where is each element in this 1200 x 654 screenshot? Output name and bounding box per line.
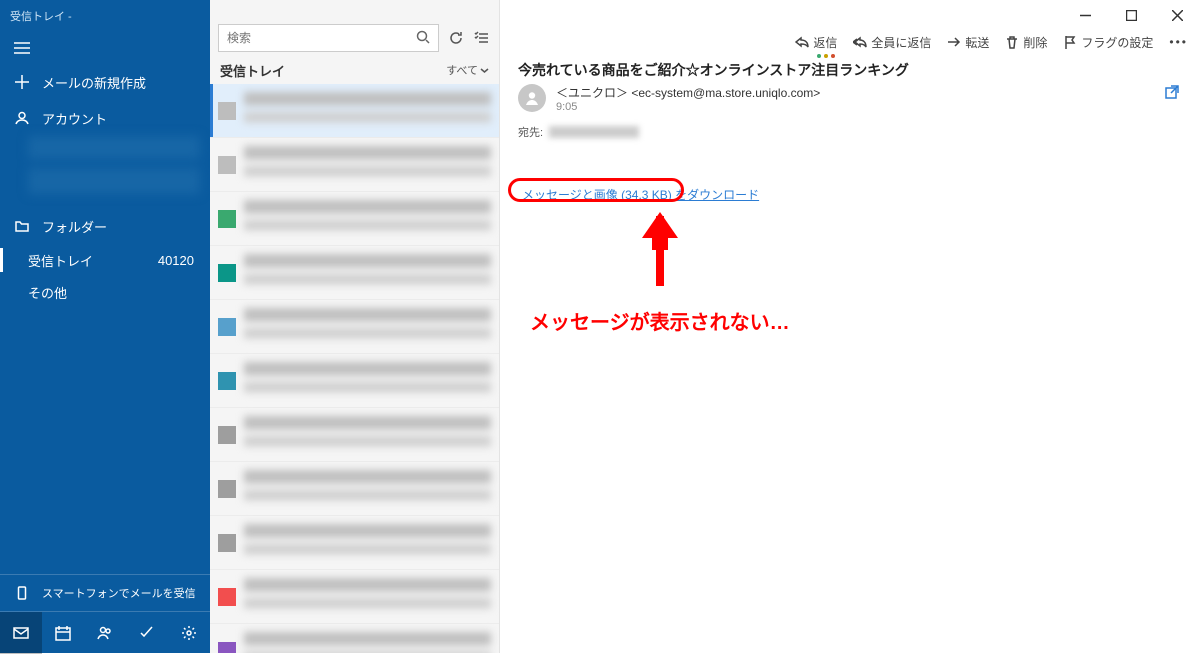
sender-avatar-square (218, 372, 236, 390)
search-box[interactable] (218, 24, 439, 52)
folders-header[interactable]: フォルダー (0, 208, 210, 244)
phone-icon (14, 585, 30, 601)
filter-dropdown[interactable]: すべて (446, 62, 489, 78)
inbox-count: 40120 (158, 253, 194, 268)
download-message-link[interactable]: メッセージと画像 (34.3 KB) をダウンロード (522, 188, 759, 202)
annotation-text: メッセージが表示されない… (530, 306, 790, 335)
window-minimize[interactable] (1062, 0, 1108, 30)
nav-calendar[interactable] (42, 612, 84, 654)
forward-button[interactable]: 転送 (947, 34, 989, 51)
message-list-item[interactable] (210, 192, 499, 246)
category-dots (817, 54, 835, 58)
message-preview-redacted (244, 632, 491, 654)
sidebar-item-inbox[interactable]: 受信トレイ 40120 (0, 244, 210, 276)
sidebar-footer (0, 611, 210, 653)
nav-todo[interactable] (126, 612, 168, 654)
open-external-icon[interactable] (1164, 84, 1180, 100)
list-header: 受信トレイ (220, 61, 285, 80)
nav-settings[interactable] (168, 612, 210, 654)
window-title: 受信トレイ - (0, 0, 210, 32)
account-header[interactable]: アカウント (0, 100, 210, 136)
more-actions[interactable]: ••• (1169, 35, 1188, 49)
message-preview-redacted (244, 146, 491, 184)
annotation-arrow (630, 206, 690, 306)
message-list-item[interactable] (210, 516, 499, 570)
message-preview-redacted (244, 92, 491, 130)
sender-avatar (518, 84, 546, 112)
message-list-item[interactable] (210, 84, 499, 138)
account-label: アカウント (42, 109, 107, 128)
message-subject: 今売れている商品をご紹介☆オンラインストア注目ランキング (518, 60, 909, 80)
message-list-item[interactable] (210, 300, 499, 354)
refresh-button[interactable] (447, 24, 465, 52)
sender-name: ＜ユニクロ＞ <ec-system@ma.store.uniqlo.com> (556, 84, 1154, 101)
message-list-pane: 受信トレイ すべて (210, 0, 500, 653)
search-input[interactable] (227, 31, 416, 45)
message-preview-redacted (244, 254, 491, 292)
plus-icon (14, 74, 30, 90)
nav-mail[interactable] (0, 612, 42, 654)
message-preview-redacted (244, 416, 491, 454)
sender-avatar-square (218, 102, 236, 120)
message-preview-redacted (244, 470, 491, 508)
message-list-item[interactable] (210, 138, 499, 192)
promo-label: スマートフォンでメールを受信 (42, 585, 196, 601)
sender-avatar-square (218, 426, 236, 444)
reply-button[interactable]: 返信 (795, 34, 837, 51)
window-close[interactable] (1154, 0, 1200, 30)
message-preview-redacted (244, 362, 491, 400)
message-preview-redacted (244, 308, 491, 346)
other-label: その他 (28, 283, 67, 302)
sender-avatar-square (218, 318, 236, 336)
message-list-item[interactable] (210, 570, 499, 624)
sidebar-item-other[interactable]: その他 (0, 276, 210, 308)
sender-avatar-square (218, 156, 236, 174)
menu-button[interactable] (0, 32, 210, 64)
new-mail-button[interactable]: メールの新規作成 (0, 64, 210, 100)
window-maximize[interactable] (1108, 0, 1154, 30)
reading-pane: 返信 全員に返信 転送 削除 フラグの設定 ••• 今売れている商品をご紹介☆オ… (500, 0, 1200, 653)
new-mail-label: メールの新規作成 (42, 73, 146, 92)
promo-smartphone[interactable]: スマートフォンでメールを受信 (0, 575, 210, 611)
sender-avatar-square (218, 480, 236, 498)
message-preview-redacted (244, 578, 491, 616)
person-icon (14, 110, 30, 126)
folders-label: フォルダー (42, 217, 107, 236)
to-value-redacted (549, 126, 639, 138)
nav-people[interactable] (84, 612, 126, 654)
message-time: 9:05 (556, 101, 1154, 113)
sender-avatar-square (218, 264, 236, 282)
message-list-item[interactable] (210, 354, 499, 408)
inbox-label: 受信トレイ (28, 251, 93, 270)
select-mode-button[interactable] (473, 24, 491, 52)
sender-avatar-square (218, 210, 236, 228)
flag-button[interactable]: フラグの設定 (1063, 34, 1153, 51)
account-details-redacted (28, 136, 200, 194)
hamburger-icon (14, 42, 30, 54)
to-label: 宛先: (518, 124, 543, 140)
message-preview-redacted (244, 524, 491, 562)
folder-icon (14, 218, 30, 234)
filter-label: すべて (446, 62, 478, 78)
message-list-item[interactable] (210, 462, 499, 516)
delete-button[interactable]: 削除 (1005, 34, 1047, 51)
message-list-item[interactable] (210, 408, 499, 462)
sidebar: 受信トレイ - メールの新規作成 アカウント フォルダー 受信トレイ 40120… (0, 0, 210, 653)
chevron-down-icon (480, 66, 489, 75)
message-list[interactable] (210, 84, 499, 653)
reply-all-button[interactable]: 全員に返信 (853, 34, 931, 51)
message-preview-redacted (244, 200, 491, 238)
search-icon (416, 30, 430, 47)
message-list-item[interactable] (210, 246, 499, 300)
message-list-item[interactable] (210, 624, 499, 653)
sender-avatar-square (218, 642, 236, 654)
sender-avatar-square (218, 534, 236, 552)
sender-avatar-square (218, 588, 236, 606)
